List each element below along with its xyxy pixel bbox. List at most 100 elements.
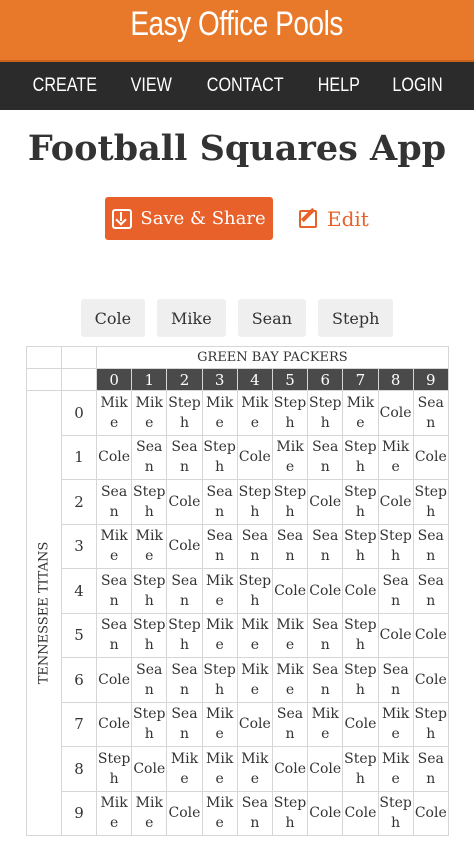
square-cell[interactable]: Sean <box>307 657 344 703</box>
nav-create[interactable]: CREATE <box>23 75 108 97</box>
square-cell[interactable]: Mike <box>377 434 414 480</box>
square-cell[interactable]: Mike <box>236 612 273 658</box>
square-cell[interactable]: Sean <box>166 701 203 747</box>
square-cell[interactable]: Steph <box>342 657 379 703</box>
square-cell[interactable]: Steph <box>131 701 168 747</box>
square-cell[interactable]: Cole <box>377 390 414 436</box>
square-cell[interactable]: Cole <box>412 612 449 658</box>
square-cell[interactable]: Mike <box>201 790 238 836</box>
square-cell[interactable]: Sean <box>412 746 449 792</box>
square-cell[interactable]: Cole <box>166 479 203 525</box>
player-chip-mike[interactable]: Mike <box>157 299 226 337</box>
square-cell[interactable]: Steph <box>307 390 344 436</box>
square-cell[interactable]: Sean <box>307 523 344 569</box>
square-cell[interactable]: Steph <box>166 612 203 658</box>
square-cell[interactable]: Sean <box>131 657 168 703</box>
square-cell[interactable]: Mike <box>95 523 133 569</box>
nav-help[interactable]: HELP <box>307 75 370 97</box>
square-cell[interactable]: Cole <box>342 790 379 836</box>
square-cell[interactable]: Mike <box>201 701 238 747</box>
square-cell[interactable]: Sean <box>412 568 449 614</box>
square-cell[interactable]: Cole <box>271 568 309 614</box>
square-cell[interactable]: Sean <box>95 612 133 658</box>
square-cell[interactable]: Cole <box>412 657 449 703</box>
square-cell[interactable]: Steph <box>236 568 273 614</box>
square-cell[interactable]: Steph <box>377 790 414 836</box>
square-cell[interactable]: Cole <box>271 746 309 792</box>
square-cell[interactable]: Steph <box>131 612 168 658</box>
square-cell[interactable]: Sean <box>377 657 414 703</box>
square-cell[interactable]: Mike <box>166 746 203 792</box>
square-cell[interactable]: Cole <box>377 612 414 658</box>
square-cell[interactable]: Steph <box>377 523 414 569</box>
square-cell[interactable]: Cole <box>307 790 344 836</box>
square-cell[interactable]: Sean <box>201 479 238 525</box>
nav-view[interactable]: VIEW <box>120 75 182 97</box>
square-cell[interactable]: Sean <box>236 790 273 836</box>
square-cell[interactable]: Sean <box>166 568 203 614</box>
square-cell[interactable]: Cole <box>342 701 379 747</box>
square-cell[interactable]: Steph <box>412 701 449 747</box>
square-cell[interactable]: Mike <box>201 568 238 614</box>
square-cell[interactable]: Sean <box>166 657 203 703</box>
square-cell[interactable]: Mike <box>271 612 309 658</box>
square-cell[interactable]: Sean <box>377 568 414 614</box>
square-cell[interactable]: Cole <box>95 657 133 703</box>
square-cell[interactable]: Steph <box>271 390 309 436</box>
edit-link[interactable]: Edit <box>299 205 369 233</box>
square-cell[interactable]: Sean <box>131 434 168 480</box>
player-chip-sean[interactable]: Sean <box>237 299 306 337</box>
square-cell[interactable]: Cole <box>166 790 203 836</box>
square-cell[interactable]: Mike <box>377 701 414 747</box>
nav-contact[interactable]: CONTACT <box>196 75 293 97</box>
square-cell[interactable]: Sean <box>271 523 309 569</box>
square-cell[interactable]: Cole <box>95 434 133 480</box>
square-cell[interactable]: Cole <box>236 701 273 747</box>
square-cell[interactable]: Mike <box>377 746 414 792</box>
square-cell[interactable]: Cole <box>95 701 133 747</box>
square-cell[interactable]: Cole <box>412 790 449 836</box>
square-cell[interactable]: Mike <box>271 657 309 703</box>
square-cell[interactable]: Sean <box>412 523 449 569</box>
square-cell[interactable]: Steph <box>342 612 379 658</box>
square-cell[interactable]: Mike <box>131 390 168 436</box>
square-cell[interactable]: Cole <box>307 479 344 525</box>
square-cell[interactable]: Steph <box>131 568 168 614</box>
square-cell[interactable]: Cole <box>236 434 273 480</box>
square-cell[interactable]: Mike <box>201 390 238 436</box>
square-cell[interactable]: Steph <box>412 479 449 525</box>
square-cell[interactable]: Mike <box>201 612 238 658</box>
square-cell[interactable]: Mike <box>236 746 273 792</box>
square-cell[interactable]: Steph <box>342 434 379 480</box>
square-cell[interactable]: Sean <box>201 523 238 569</box>
square-cell[interactable]: Steph <box>95 746 133 792</box>
square-cell[interactable]: Cole <box>307 568 344 614</box>
square-cell[interactable]: Mike <box>236 657 273 703</box>
nav-login[interactable]: LOGIN <box>382 75 453 97</box>
square-cell[interactable]: Sean <box>412 390 449 436</box>
save-share-button[interactable]: Save & Share <box>105 197 273 240</box>
square-cell[interactable]: Mike <box>271 434 309 480</box>
square-cell[interactable]: Steph <box>166 390 203 436</box>
square-cell[interactable]: Sean <box>307 434 344 480</box>
square-cell[interactable]: Steph <box>131 479 168 525</box>
square-cell[interactable]: Mike <box>307 701 344 747</box>
square-cell[interactable]: Cole <box>412 434 449 480</box>
square-cell[interactable]: Sean <box>307 612 344 658</box>
square-cell[interactable]: Steph <box>342 746 379 792</box>
square-cell[interactable]: Cole <box>166 523 203 569</box>
player-chip-steph[interactable]: Steph <box>318 299 394 337</box>
square-cell[interactable]: Sean <box>271 701 309 747</box>
square-cell[interactable]: Mike <box>131 523 168 569</box>
square-cell[interactable]: Mike <box>131 790 168 836</box>
square-cell[interactable]: Steph <box>236 479 273 525</box>
square-cell[interactable]: Sean <box>95 568 133 614</box>
square-cell[interactable]: Cole <box>131 746 168 792</box>
square-cell[interactable]: Cole <box>307 746 344 792</box>
square-cell[interactable]: Cole <box>377 479 414 525</box>
square-cell[interactable]: Steph <box>342 523 379 569</box>
square-cell[interactable]: Steph <box>271 479 309 525</box>
square-cell[interactable]: Steph <box>201 657 238 703</box>
square-cell[interactable]: Mike <box>342 390 379 436</box>
square-cell[interactable]: Steph <box>271 790 309 836</box>
